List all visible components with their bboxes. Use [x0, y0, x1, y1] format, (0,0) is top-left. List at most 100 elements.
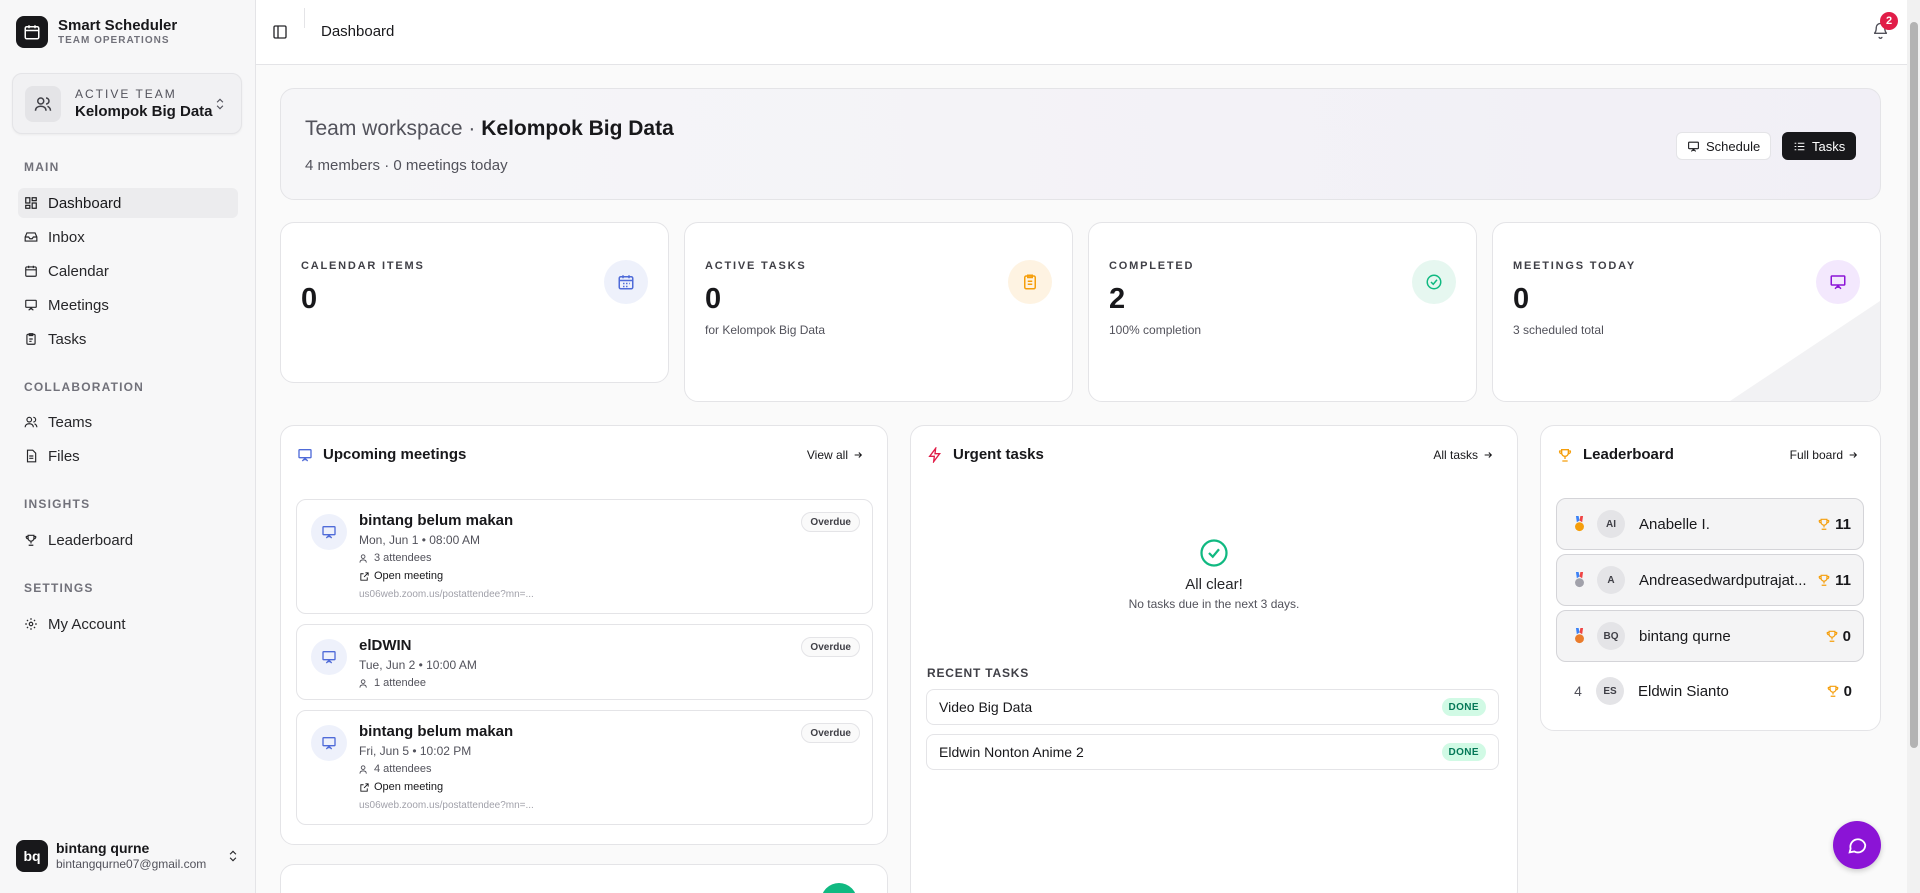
gear-icon [24, 617, 38, 631]
user-menu[interactable]: bq bintang qurne bintangqurne07@gmail.co… [16, 840, 240, 872]
external-link-icon [359, 571, 370, 582]
avatar: BQ [1597, 622, 1625, 650]
meeting-title: elDWIN [359, 637, 412, 654]
inbox-icon [24, 230, 38, 244]
presentation-icon [311, 725, 347, 761]
stat-label: COMPLETED [1109, 260, 1195, 272]
leaderboard-row[interactable]: A Andreasedwardputrajat... 11 [1556, 554, 1864, 606]
presentation-icon [311, 514, 347, 550]
attendees-count: 4 attendees [374, 763, 432, 775]
meeting-card[interactable]: elDWIN Tue, Jun 2 • 10:00 AM 1 attendee … [296, 624, 873, 700]
score: 0 [1825, 628, 1851, 645]
scrollbar[interactable] [1907, 0, 1920, 893]
stat-value: 0 [705, 283, 722, 315]
sidebar: Smart Scheduler TEAM OPERATIONS ACTIVE T… [0, 0, 256, 893]
presentation-icon [1816, 260, 1860, 304]
empty-state: All clear! No tasks due in the next 3 da… [911, 538, 1517, 611]
meeting-time: Tue, Jun 2 • 10:00 AM [359, 658, 477, 672]
view-all-link[interactable]: View all [807, 448, 863, 462]
chat-button[interactable] [1833, 821, 1881, 869]
full-board-link[interactable]: Full board [1790, 448, 1858, 462]
empty-title: All clear! [1185, 576, 1243, 593]
sidebar-item-teams[interactable]: Teams [18, 407, 238, 437]
trophy-icon [24, 533, 38, 547]
nav-section-collaboration: COLLABORATION [24, 380, 145, 394]
clipboard-icon [1008, 260, 1052, 304]
user-email: bintangqurne07@gmail.com [56, 857, 207, 871]
gold-medal-icon [1569, 516, 1589, 532]
leaderboard-row[interactable]: AI Anabelle I. 11 [1556, 498, 1864, 550]
open-meeting-link[interactable]: Open meeting [359, 570, 443, 582]
stat-value: 2 [1109, 283, 1126, 315]
chevron-updown-icon [213, 97, 227, 111]
player-name: Andreasedwardputrajat... [1639, 571, 1807, 589]
arrow-right-icon [1483, 450, 1493, 460]
scrollbar-thumb[interactable] [1910, 22, 1918, 748]
task-row[interactable]: Eldwin Nonton Anime 2 DONE [926, 734, 1499, 770]
meeting-card[interactable]: bintang belum makan Mon, Jun 1 • 08:00 A… [296, 499, 873, 614]
trophy-icon [1817, 517, 1831, 531]
sidebar-item-files[interactable]: Files [18, 441, 238, 471]
panel-title: Upcoming meetings [323, 446, 467, 463]
player-name: Eldwin Sianto [1638, 682, 1729, 700]
calendar-logo-icon [16, 16, 48, 48]
leaderboard-row[interactable]: 4 ES Eldwin Sianto 0 [1556, 665, 1864, 717]
sidebar-item-label: Leaderboard [48, 531, 134, 549]
status-badge: DONE [1441, 698, 1486, 716]
team-switcher[interactable]: ACTIVE TEAM Kelompok Big Data [12, 73, 242, 134]
meeting-time: Fri, Jun 5 • 10:02 PM [359, 744, 472, 758]
team-name: Kelompok Big Data [75, 102, 213, 120]
workspace-team-name: Kelompok Big Data [481, 117, 674, 140]
divider [304, 8, 305, 28]
trophy-icon [1817, 573, 1831, 587]
open-meeting-label: Open meeting [374, 570, 444, 582]
stat-sub: 3 scheduled total [1513, 323, 1604, 337]
trophy-icon [1557, 447, 1573, 463]
score-value: 0 [1843, 682, 1852, 700]
sidebar-item-leaderboard[interactable]: Leaderboard [18, 525, 238, 555]
check-circle-icon [1199, 538, 1229, 568]
file-icon [24, 449, 38, 463]
avatar: ES [1596, 677, 1624, 705]
open-meeting-label: Open meeting [374, 781, 444, 793]
meetings-icon [24, 298, 38, 312]
workspace-title: Team workspace · Kelompok Big Data [305, 117, 674, 141]
nav-section-main: MAIN [24, 160, 60, 174]
stat-label: ACTIVE TASKS [705, 260, 807, 272]
avatar: A [1597, 566, 1625, 594]
all-tasks-link[interactable]: All tasks [1433, 448, 1493, 462]
team-label: ACTIVE TEAM [75, 86, 177, 101]
sidebar-toggle-icon[interactable] [272, 24, 288, 40]
sidebar-item-inbox[interactable]: Inbox [18, 222, 238, 252]
sidebar-item-calendar[interactable]: Calendar [18, 256, 238, 286]
sidebar-item-my-account[interactable]: My Account [18, 609, 238, 639]
nav-section-insights: INSIGHTS [24, 497, 91, 511]
stat-card-completed: COMPLETED 2 100% completion [1088, 222, 1477, 402]
brand[interactable]: Smart Scheduler TEAM OPERATIONS [16, 16, 177, 48]
presentation-icon [311, 639, 347, 675]
sidebar-item-tasks[interactable]: Tasks [18, 324, 238, 354]
leaderboard-row[interactable]: BQ bintang qurne 0 [1556, 610, 1864, 662]
stat-card-meetings-today: MEETINGS TODAY 0 3 scheduled total [1492, 222, 1881, 402]
open-meeting-link[interactable]: Open meeting [359, 781, 443, 793]
notifications-button[interactable]: 2 [1872, 12, 1898, 39]
calendar-icon [604, 260, 648, 304]
sidebar-item-label: Meetings [48, 296, 109, 314]
stat-value: 0 [301, 283, 318, 315]
breadcrumb: Dashboard [321, 23, 395, 40]
meeting-attendees: 3 attendees [359, 552, 432, 564]
tasks-button-label: Tasks [1812, 138, 1846, 154]
trophy-icon [1825, 629, 1839, 643]
schedule-button[interactable]: Schedule [1676, 132, 1772, 160]
sidebar-item-dashboard[interactable]: Dashboard [18, 188, 238, 218]
arrow-right-icon [1848, 450, 1858, 460]
sidebar-item-meetings[interactable]: Meetings [18, 290, 238, 320]
chat-bubble-icon [1846, 834, 1868, 856]
meeting-card[interactable]: bintang belum makan Fri, Jun 5 • 10:02 P… [296, 710, 873, 825]
tasks-button[interactable]: Tasks [1782, 132, 1857, 160]
score: 0 [1826, 683, 1852, 700]
avatar: bq [16, 840, 48, 872]
task-row[interactable]: Video Big Data DONE [926, 689, 1499, 725]
score-value: 0 [1842, 627, 1851, 645]
status-badge: Overdue [801, 723, 860, 743]
